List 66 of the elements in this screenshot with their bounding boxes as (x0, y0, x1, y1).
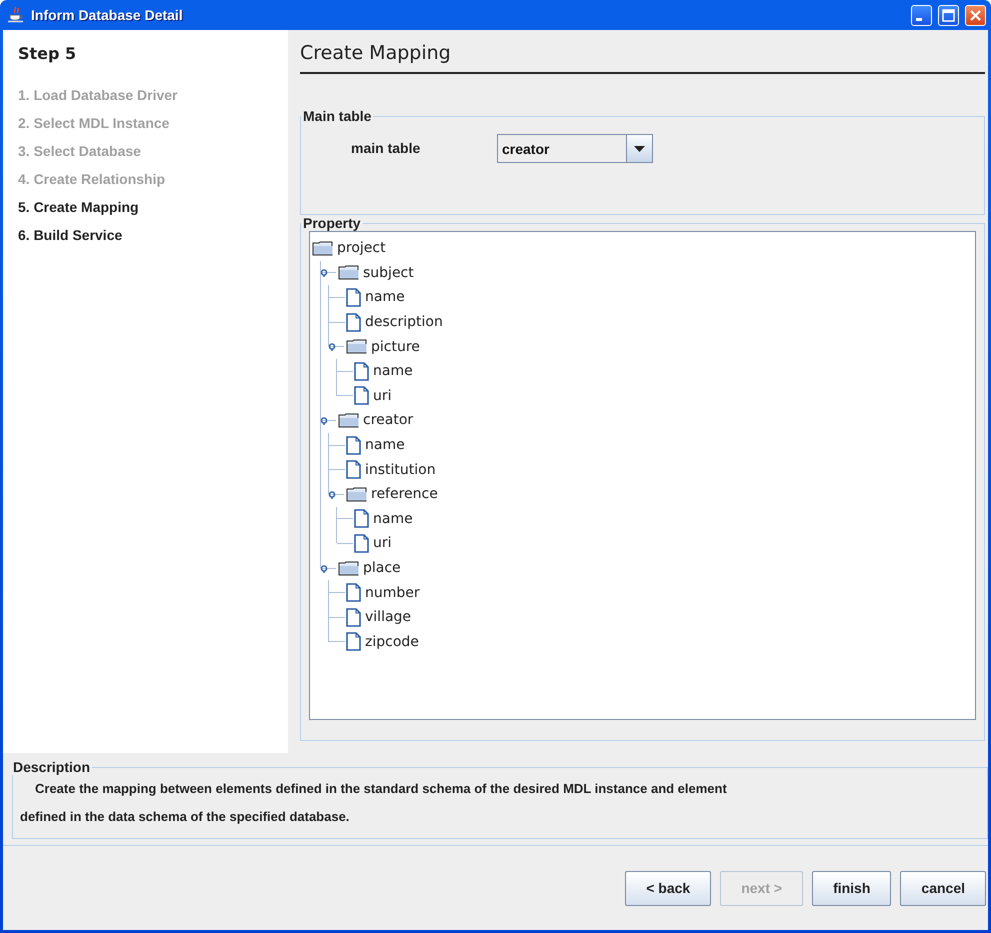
wizard-button[interactable]: finish (812, 870, 892, 906)
minimize-button[interactable] (911, 4, 932, 26)
tree-node-label[interactable]: village (365, 609, 412, 626)
tree-node-label[interactable]: uri (373, 388, 392, 404)
wizard-step: 5. Create Mapping (18, 198, 139, 217)
folder-icon (338, 560, 359, 576)
wizard-button[interactable]: < back (625, 870, 712, 906)
file-icon (346, 312, 361, 332)
tree-node-label[interactable]: project (337, 240, 386, 256)
file-icon (346, 288, 361, 307)
close-button[interactable] (965, 4, 986, 26)
tree-node-label[interactable]: name (373, 510, 413, 527)
maximize-icon (942, 8, 955, 22)
expand-handle-icon[interactable] (328, 490, 344, 499)
section-title: Description (12, 759, 92, 775)
expand-handle-icon[interactable] (320, 268, 336, 278)
wizard-step: 4. Create Relationship (18, 170, 166, 189)
tree-node-label[interactable]: zipcode (365, 634, 419, 650)
folder-icon (346, 486, 367, 502)
file-icon (346, 436, 361, 455)
file-icon (346, 608, 361, 627)
tree-node-label[interactable]: name (365, 437, 405, 454)
description-text: Create the mapping between elements defined in the standard schema of the desired MDL instance and element (35, 780, 727, 798)
tree-node-label[interactable]: institution (365, 462, 436, 478)
wizard-button[interactable]: cancel (900, 870, 986, 906)
file-icon (346, 632, 361, 652)
file-icon (354, 509, 369, 528)
tree-node-label[interactable]: description (365, 314, 443, 330)
file-icon (346, 583, 361, 602)
table-dropdown[interactable]: creator (497, 134, 653, 163)
tree-node-label[interactable]: name (365, 289, 405, 306)
folder-icon (312, 240, 333, 256)
wizard-step: 3. Select Database (18, 142, 141, 161)
folder-icon (346, 339, 367, 354)
expand-handle-icon[interactable] (320, 416, 336, 425)
close-icon (969, 8, 982, 22)
tree-node-label[interactable]: name (373, 363, 413, 380)
folder-icon (338, 265, 359, 280)
minimize-icon (916, 18, 922, 20)
file-icon (346, 460, 361, 480)
tree-node-label[interactable]: place (363, 560, 401, 576)
description-text: defined in the data schema of the specified database. (20, 808, 350, 826)
maximize-button[interactable] (938, 4, 959, 26)
section-title: Main table (302, 108, 372, 124)
caret-icon (634, 146, 645, 152)
file-icon (354, 534, 369, 553)
tree-node-label[interactable]: uri (373, 535, 392, 552)
tree-node-label[interactable]: picture (371, 338, 420, 355)
tree-node-label[interactable]: subject (363, 264, 414, 281)
tree-node-label[interactable]: creator (363, 412, 414, 428)
wizard-step: 1. Load Database Driver (18, 86, 178, 105)
field-label: main table (351, 140, 422, 156)
window-title: Inform Database Detail (31, 7, 184, 23)
coffee-cup-icon (7, 6, 25, 24)
expand-handle-icon[interactable] (328, 342, 344, 352)
page-heading: Create Mapping (300, 42, 451, 64)
expand-handle-icon[interactable] (320, 564, 336, 573)
step-title: Step 5 (18, 44, 76, 63)
wizard-step: 2. Select MDL Instance (18, 114, 170, 133)
tree-node-label[interactable]: number (365, 584, 420, 601)
tree-node-label[interactable]: reference (371, 486, 438, 502)
section-title: Property (302, 215, 362, 231)
folder-icon (338, 412, 359, 428)
file-icon (354, 386, 369, 406)
wizard-step: 6. Build Service (18, 226, 122, 245)
file-icon (354, 362, 369, 381)
